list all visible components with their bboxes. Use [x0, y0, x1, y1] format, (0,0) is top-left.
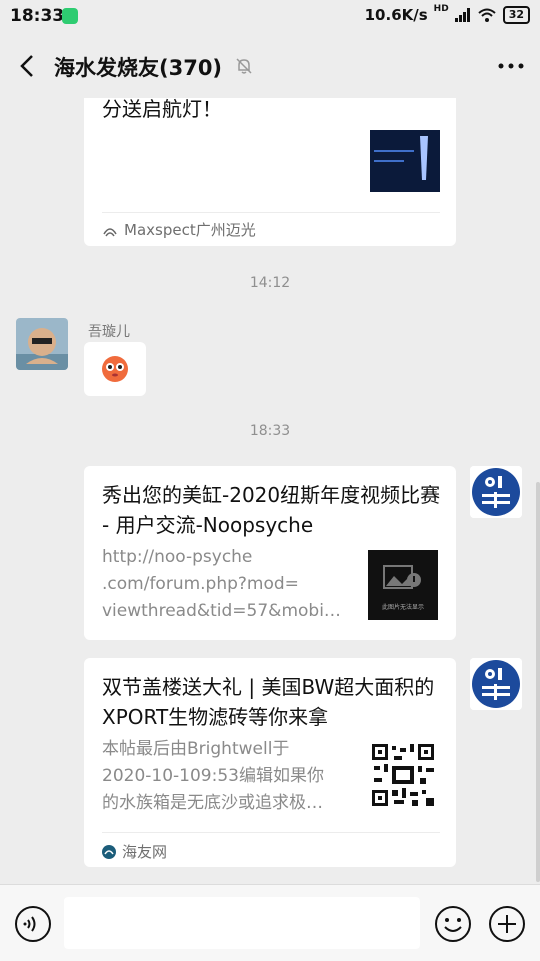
wifi-icon	[478, 8, 496, 22]
card-source: Maxspect广州迈光	[102, 219, 256, 240]
status-right: 10.6K/s HD 32	[364, 4, 530, 24]
emoji-icon[interactable]	[434, 905, 472, 943]
flushed-emoji-icon	[102, 356, 128, 382]
card-divider	[102, 212, 440, 213]
link-card[interactable]: 分送启航灯！ Maxspect广州迈光	[84, 98, 456, 246]
card-thumbnail: 此图片无法显示	[368, 550, 438, 620]
voice-icon[interactable]	[14, 905, 52, 943]
battery-level: 32	[502, 6, 530, 24]
app-notification-icon	[62, 8, 78, 24]
maxspect-logo-icon	[103, 227, 117, 236]
input-bar	[0, 884, 540, 961]
chat-title: 海水发烧友(370)	[54, 56, 223, 80]
card-source-name: Maxspect广州迈光	[124, 221, 256, 239]
card-thumbnail	[370, 130, 440, 192]
chat-area[interactable]: 分送启航灯！ Maxspect广州迈光 14:12 吾璇儿 18:33 秀出您的…	[0, 98, 540, 884]
message-time: 18:33	[249, 423, 291, 439]
card-description: 本帖最后由Brightwell于 2020-10-109:53编辑如果你 的水族…	[102, 739, 324, 813]
avatar[interactable]	[16, 318, 68, 370]
sender-name: 吾璇儿	[88, 324, 130, 340]
thumbnail-caption: 此图片无法显示	[381, 604, 424, 611]
card-title: 分送启航灯！	[102, 98, 222, 121]
card-title: 双节盖楼送大礼 | 美国BW超大面积的XPORT生物滤砖等你来拿	[102, 675, 435, 729]
haiyou-logo-icon	[102, 844, 116, 859]
card-description: http://noo-psyche .com/forum.php?mod= vi…	[102, 547, 341, 621]
broken-image-icon	[383, 565, 421, 589]
card-source: 海友网	[102, 841, 167, 862]
message-input[interactable]	[64, 897, 420, 949]
bell-off-icon	[236, 58, 252, 74]
chevron-left-icon[interactable]	[14, 50, 42, 82]
network-speed: 10.6K/s	[364, 6, 428, 24]
plus-icon[interactable]	[488, 905, 526, 943]
card-divider	[102, 832, 440, 833]
scrollbar[interactable]	[536, 482, 540, 882]
status-bar: 18:33 10.6K/s HD 32	[0, 0, 540, 34]
message-time: 14:12	[249, 275, 291, 291]
signal-icon: HD	[433, 4, 449, 14]
avatar[interactable]	[470, 658, 522, 710]
link-card[interactable]: 双节盖楼送大礼 | 美国BW超大面积的XPORT生物滤砖等你来拿 本帖最后由Br…	[84, 658, 456, 867]
avatar[interactable]	[470, 466, 522, 518]
more-dots-icon[interactable]	[496, 54, 526, 78]
chat-header: 海水发烧友(370)	[0, 34, 540, 98]
card-title: 秀出您的美缸-2020纽斯年度视频比赛 - 用户交流-Noopsyche	[102, 483, 441, 537]
link-card[interactable]: 秀出您的美缸-2020纽斯年度视频比赛 - 用户交流-Noopsyche htt…	[84, 466, 456, 640]
status-time: 18:33	[10, 6, 65, 26]
qr-code-thumbnail	[370, 742, 436, 808]
signal-bars-icon	[454, 8, 470, 22]
message-bubble[interactable]	[84, 342, 146, 396]
card-source-name: 海友网	[122, 843, 168, 861]
